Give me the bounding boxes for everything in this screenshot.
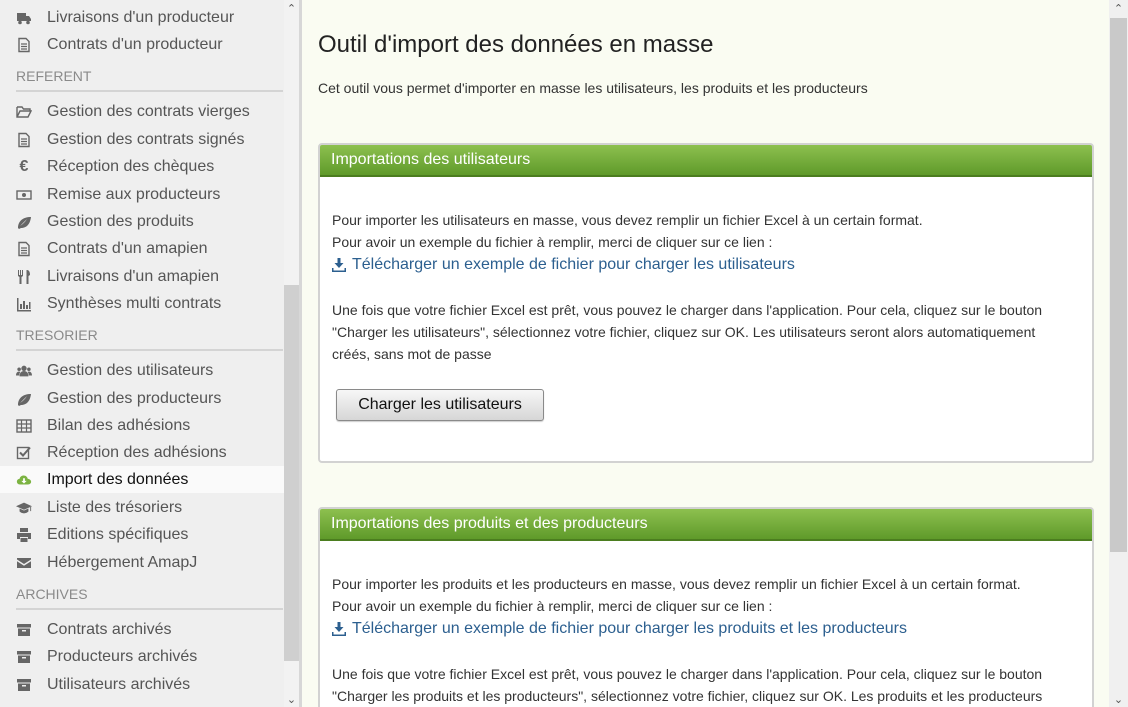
- sidebar-item-label: Import des données: [47, 470, 189, 488]
- leaf-icon: [14, 214, 34, 230]
- bar-chart-icon: [14, 296, 34, 312]
- table-icon: [14, 418, 34, 434]
- panel-import-products: Importations des produits et des product…: [318, 507, 1094, 707]
- instructions-line-1: Pour importer les produits et les produc…: [332, 576, 1021, 592]
- envelope-icon: [14, 555, 34, 571]
- sidebar-item-label: Gestion des produits: [47, 212, 194, 230]
- sidebar-item-label: Contrats archivés: [47, 620, 172, 638]
- archive-icon: [14, 622, 34, 638]
- folder-open-icon: [14, 104, 34, 120]
- sidebar-item-label: Producteurs archivés: [47, 647, 198, 665]
- panel-import-users: Importations des utilisateurs Pour impor…: [318, 143, 1094, 463]
- panel-title: Importations des produits et des product…: [320, 509, 1092, 541]
- sidebar-item-livraisons-amapien[interactable]: Livraisons d'un amapien: [0, 263, 284, 290]
- instructions-line-1: Pour importer les utilisateurs en masse,…: [332, 212, 923, 228]
- sidebar-item-reception-cheques[interactable]: € Réception des chèques: [0, 153, 284, 180]
- graduation-cap-icon: [14, 500, 34, 516]
- print-icon: [14, 527, 34, 543]
- sidebar-item-contrats-archives[interactable]: Contrats archivés: [0, 616, 284, 643]
- sidebar-item-label: Contrats d'un producteur: [47, 35, 223, 53]
- download-icon: [332, 258, 346, 272]
- main-scroll-down-icon[interactable]: ⌄: [1111, 691, 1126, 707]
- sidebar-scroll-down-icon[interactable]: ⌄: [284, 691, 299, 707]
- main-content: Outil d'import des données en masse Cet …: [302, 0, 1109, 707]
- sidebar-item-label: Contrats d'un amapien: [47, 239, 208, 257]
- sidebar-item-label: Utilisateurs archivés: [47, 675, 191, 693]
- load-users-button[interactable]: Charger les utilisateurs: [336, 389, 544, 421]
- sidebar-item-label: Livraisons d'un producteur: [47, 8, 235, 26]
- sidebar-item-label: Bilan des adhésions: [47, 416, 191, 434]
- file-icon: [14, 241, 34, 257]
- archive-icon: [14, 677, 34, 693]
- sidebar-item-label: Livraisons d'un amapien: [47, 267, 220, 285]
- section-tresorier: TRESORIER: [16, 327, 283, 351]
- link-text: Télécharger un exemple de fichier pour c…: [352, 256, 795, 273]
- instructions-line-2: Pour avoir un exemple du fichier à rempl…: [332, 598, 773, 614]
- sidebar-item-gestion-producteurs[interactable]: Gestion des producteurs: [0, 385, 284, 412]
- cloud-download-icon: [14, 472, 34, 488]
- sidebar-item-gestion-utilisateurs[interactable]: Gestion des utilisateurs: [0, 357, 284, 384]
- page-title: Outil d'import des données en masse: [318, 31, 714, 58]
- sidebar-item-syntheses[interactable]: Synthèses multi contrats: [0, 290, 284, 317]
- download-icon: [332, 622, 346, 636]
- page-intro: Cet outil vous permet d'importer en mass…: [318, 80, 868, 96]
- main-scrollbar-thumb[interactable]: [1110, 18, 1127, 552]
- sidebar: Livraisons d'un producteur Contrats d'un…: [0, 0, 302, 707]
- main-scroll-up-icon[interactable]: ⌃: [1111, 0, 1126, 16]
- archive-icon: [14, 649, 34, 665]
- sidebar-item-contrats-signes[interactable]: Gestion des contrats signés: [0, 126, 284, 153]
- sidebar-item-livraisons-producteur[interactable]: Livraisons d'un producteur: [0, 4, 284, 31]
- check-square-icon: [14, 445, 34, 461]
- sidebar-item-contrats-vierges[interactable]: Gestion des contrats vierges: [0, 98, 284, 125]
- sidebar-item-reception-adhesions[interactable]: Réception des adhésions: [0, 439, 284, 466]
- panel-body: Pour importer les produits et les produc…: [320, 541, 1092, 707]
- sidebar-item-gestion-produits[interactable]: Gestion des produits: [0, 208, 284, 235]
- instructions-paragraph-2: Une fois que votre fichier Excel est prê…: [332, 666, 1043, 704]
- sidebar-item-contrats-producteur[interactable]: Contrats d'un producteur: [0, 31, 284, 58]
- euro-icon: €: [19, 157, 29, 175]
- sidebar-item-label: Gestion des utilisateurs: [47, 361, 214, 379]
- sidebar-item-label: Hébergement AmapJ: [47, 553, 198, 571]
- sidebar-item-editions-specifiques[interactable]: Editions spécifiques: [0, 521, 284, 548]
- link-text: Télécharger un exemple de fichier pour c…: [352, 620, 907, 637]
- section-referent: REFERENT: [16, 68, 283, 92]
- instructions-paragraph-2: Une fois que votre fichier Excel est prê…: [332, 302, 1043, 362]
- sidebar-item-remise-producteurs[interactable]: Remise aux producteurs: [0, 181, 284, 208]
- section-archives: ARCHIVES: [16, 586, 283, 610]
- download-products-example-link[interactable]: Télécharger un exemple de fichier pour c…: [332, 618, 907, 640]
- download-users-example-link[interactable]: Télécharger un exemple de fichier pour c…: [332, 254, 795, 276]
- money-icon: [14, 187, 34, 203]
- sidebar-item-label: Liste des trésoriers: [47, 498, 183, 516]
- sidebar-item-producteurs-archives[interactable]: Producteurs archivés: [0, 643, 284, 670]
- sidebar-item-label: Gestion des contrats signés: [47, 130, 245, 148]
- users-icon: [14, 363, 34, 379]
- sidebar-item-contrats-amapien[interactable]: Contrats d'un amapien: [0, 235, 284, 262]
- sidebar-scrollbar-thumb[interactable]: [284, 285, 299, 661]
- file-icon: [14, 37, 34, 53]
- sidebar-item-label: Remise aux producteurs: [47, 185, 221, 203]
- cutlery-icon: [14, 269, 34, 285]
- sidebar-item-label: Synthèses multi contrats: [47, 294, 222, 312]
- instructions-line-2: Pour avoir un exemple du fichier à rempl…: [332, 234, 773, 250]
- sidebar-item-label: Réception des chèques: [47, 157, 215, 175]
- sidebar-item-label: Editions spécifiques: [47, 525, 189, 543]
- leaf-icon: [14, 391, 34, 407]
- sidebar-item-label: Réception des adhésions: [47, 443, 227, 461]
- panel-body: Pour importer les utilisateurs en masse,…: [320, 177, 1092, 461]
- file-icon: [14, 132, 34, 148]
- sidebar-item-liste-tresoriers[interactable]: Liste des trésoriers: [0, 494, 284, 521]
- panel-title: Importations des utilisateurs: [320, 145, 1092, 177]
- sidebar-item-bilan-adhesions[interactable]: Bilan des adhésions: [0, 412, 284, 439]
- sidebar-item-label: Gestion des producteurs: [47, 389, 222, 407]
- sidebar-item-hebergement[interactable]: Hébergement AmapJ: [0, 549, 284, 576]
- truck-icon: [14, 10, 34, 26]
- sidebar-scroll-up-icon[interactable]: ⌃: [284, 0, 299, 16]
- sidebar-item-import-donnees[interactable]: Import des données: [0, 466, 284, 493]
- sidebar-item-label: Gestion des contrats vierges: [47, 102, 250, 120]
- sidebar-item-utilisateurs-archives[interactable]: Utilisateurs archivés: [0, 671, 284, 698]
